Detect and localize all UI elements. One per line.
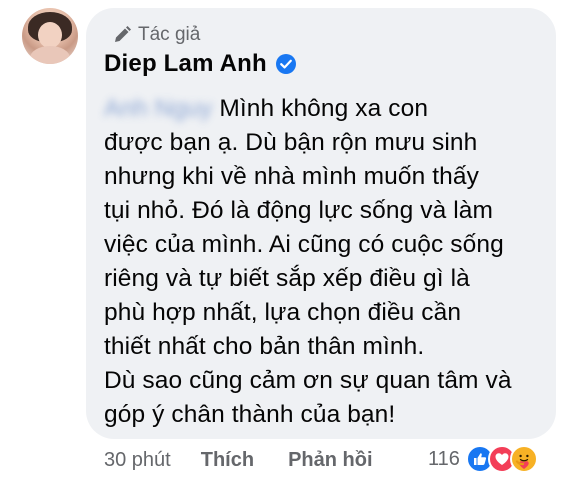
author-badge-label: Tác giả <box>138 24 201 45</box>
comment-line-1: Anh Nguy Mình không xa con <box>104 92 544 126</box>
avatar[interactable] <box>22 8 78 64</box>
reaction-summary[interactable]: 116 <box>428 445 538 473</box>
comment-line-10: góp ý chân thành của bạn! <box>104 401 396 428</box>
comment-line-8: thiết nhất cho bản thân mình. <box>104 333 425 360</box>
comment-line-6: riêng và tự biết sắp xếp điều gì là <box>104 265 470 292</box>
comment-line-5: việc của mình. Ai cũng có cuộc sống <box>104 231 504 258</box>
reaction-count: 116 <box>428 447 460 470</box>
comment-line-9: Dù sao cũng cảm ơn sự quan tâm và <box>104 367 512 394</box>
comment-line-3: nhưng khi về nhà mình muốn thấy <box>104 163 479 190</box>
timestamp[interactable]: 30 phút <box>104 449 171 472</box>
like-button[interactable]: Thích <box>201 449 254 472</box>
comment-actions: 30 phút Thích Phản hồi <box>104 446 403 474</box>
comment-line-4: tụi nhỏ. Đó là động lực sống và làm <box>104 197 493 224</box>
author-name[interactable]: Diep Lam Anh <box>104 50 267 78</box>
comment-container: Tác giả Diep Lam Anh Anh Nguy Mình không… <box>0 0 580 490</box>
author-badge: Tác giả <box>112 24 200 46</box>
reply-button[interactable]: Phản hồi <box>288 449 372 472</box>
comment-text: Anh Nguy Mình không xa con được bạn ạ. D… <box>104 92 544 432</box>
pen-icon <box>112 25 132 45</box>
verified-badge-icon <box>275 53 297 75</box>
mention-link[interactable]: Anh Nguy <box>104 92 212 126</box>
care-reaction-icon <box>509 445 538 473</box>
comment-line-2: được bạn ạ. Dù bận rộn mưu sinh <box>104 129 478 156</box>
comment-line-7: phù hợp nhất, lựa chọn điều cần <box>104 299 462 326</box>
author-name-row: Diep Lam Anh <box>104 50 297 78</box>
